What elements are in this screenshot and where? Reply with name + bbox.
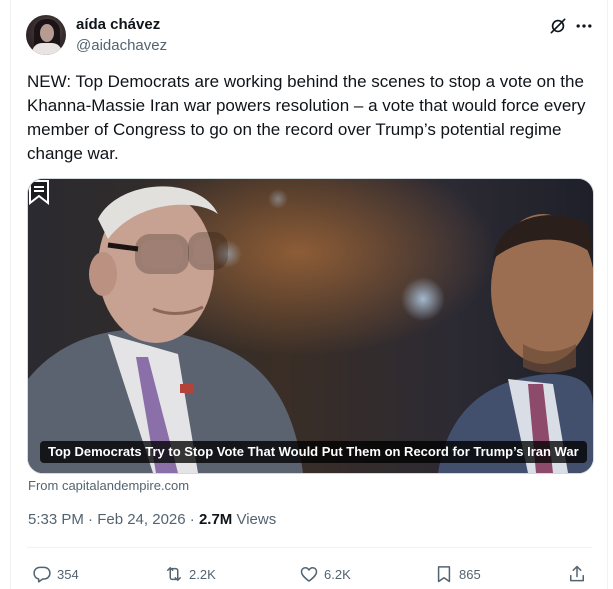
- author-display-name[interactable]: aída chávez: [76, 16, 160, 33]
- views-label: Views: [232, 511, 277, 528]
- link-card[interactable]: Top Democrats Try to Stop Vote That Woul…: [27, 178, 594, 474]
- reply-icon: [33, 566, 51, 583]
- avatar-face: [40, 24, 54, 42]
- tweet-text: NEW: Top Democrats are working behind th…: [27, 72, 586, 163]
- card-source[interactable]: From capitalandempire.com: [28, 478, 189, 493]
- reply-button[interactable]: 354: [32, 563, 79, 585]
- avatar[interactable]: [26, 15, 66, 55]
- like-count: 6.2K: [324, 566, 351, 582]
- more-icon[interactable]: [574, 16, 594, 36]
- retweet-icon: [167, 567, 181, 581]
- bookmark-icon: [437, 566, 451, 583]
- retweet-count: 2.2K: [189, 566, 216, 582]
- share-icon: [570, 565, 584, 582]
- actions-divider: [27, 547, 592, 548]
- frame-border-left: [10, 0, 11, 589]
- share-button[interactable]: [567, 563, 587, 585]
- views-count: 2.7M: [198, 511, 233, 528]
- author-handle[interactable]: @aidachavez: [76, 37, 167, 54]
- bookmark-count: 865: [459, 566, 481, 582]
- reply-count: 354: [57, 566, 79, 582]
- tweet-meta: 5:33 PM · Feb 24, 2026 · 2.7M Views: [28, 511, 276, 528]
- bookmark-button[interactable]: 865: [434, 563, 481, 585]
- grok-icon[interactable]: [548, 16, 568, 36]
- timestamp[interactable]: 5:33 PM · Feb 24, 2026 ·: [28, 511, 199, 528]
- like-button[interactable]: 6.2K: [299, 563, 351, 585]
- like-icon: [300, 567, 318, 582]
- card-caption: Top Democrats Try to Stop Vote That Woul…: [40, 441, 587, 463]
- card-bookmark-icon: [29, 180, 49, 205]
- frame-border-right: [607, 0, 608, 589]
- retweet-button[interactable]: 2.2K: [164, 563, 216, 585]
- avatar-shirt: [32, 43, 62, 55]
- card-image: [28, 179, 593, 473]
